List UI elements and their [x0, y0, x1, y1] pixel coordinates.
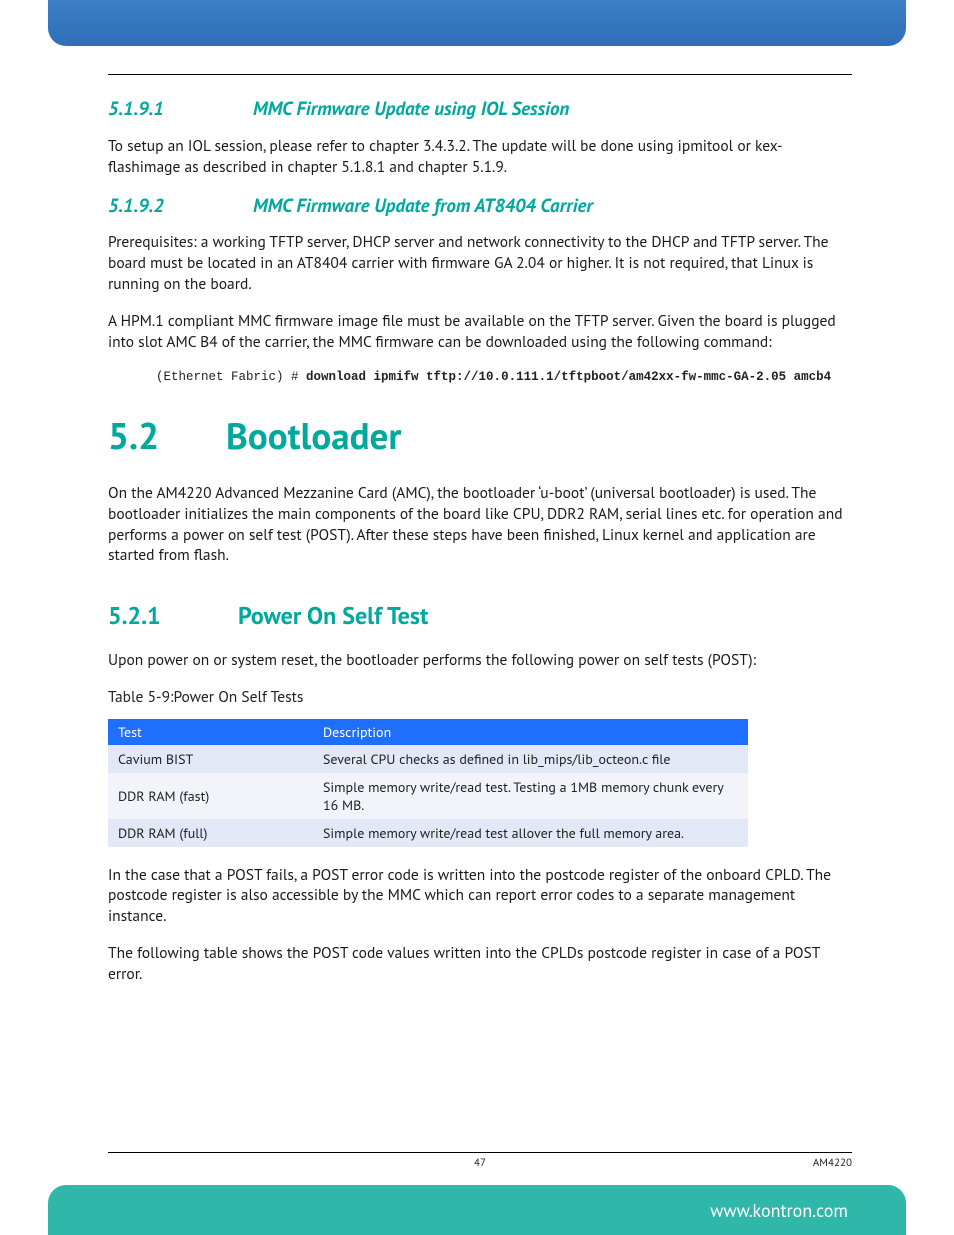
paragraph: To setup an IOL session, please refer to…	[108, 136, 852, 178]
footer-url: www.kontron.com	[710, 1199, 848, 1222]
heading-5-2: 5.2 Bootloader	[108, 414, 852, 458]
paragraph: The following table shows the POST code …	[108, 943, 852, 985]
heading-number: 5.2.1	[108, 600, 238, 631]
cell-test: DDR RAM (full)	[108, 819, 313, 847]
table-header-row: Test Description	[108, 719, 748, 745]
paragraph: Prerequisites: a working TFTP server, DH…	[108, 232, 852, 295]
table-caption: Table 5-9:Power On Self Tests	[108, 687, 852, 707]
post-table: Test Description Cavium BIST Several CPU…	[108, 719, 748, 847]
page-content: 5.1.9.1 MMC Firmware Update using IOL Se…	[108, 74, 852, 1001]
table-row: DDR RAM (full) Simple memory write/read …	[108, 819, 748, 847]
heading-5-1-9-1: 5.1.9.1 MMC Firmware Update using IOL Se…	[108, 97, 852, 122]
paragraph: In the case that a POST fails, a POST er…	[108, 865, 852, 928]
paragraph: Upon power on or system reset, the bootl…	[108, 650, 852, 671]
heading-text: Bootloader	[226, 414, 401, 458]
cell-desc: Simple memory write/read test allover th…	[313, 819, 748, 847]
cell-test: DDR RAM (fast)	[108, 773, 313, 819]
header-bar	[48, 0, 906, 46]
footer-bar: www.kontron.com	[48, 1185, 906, 1235]
heading-text: MMC Firmware Update from AT8404 Carrier	[253, 194, 852, 219]
table-row: Cavium BIST Several CPU checks as define…	[108, 745, 748, 773]
cell-desc: Several CPU checks as defined in lib_mip…	[313, 745, 748, 773]
footer-meta: 47 AM4220	[108, 1152, 852, 1170]
heading-number: 5.2	[108, 414, 226, 458]
code-prompt: (Ethernet Fabric) #	[156, 370, 306, 384]
heading-text: MMC Firmware Update using IOL Session	[253, 97, 852, 122]
heading-number: 5.1.9.2	[108, 194, 253, 219]
heading-5-1-9-2: 5.1.9.2 MMC Firmware Update from AT8404 …	[108, 194, 852, 219]
code-block: (Ethernet Fabric) # download ipmifw tftp…	[156, 369, 852, 387]
paragraph: A HPM.1 compliant MMC firmware image fil…	[108, 311, 852, 353]
table-row: DDR RAM (fast) Simple memory write/read …	[108, 773, 748, 819]
cell-desc: Simple memory write/read test. Testing a…	[313, 773, 748, 819]
model-name: AM4220	[813, 1156, 852, 1170]
top-rule	[108, 74, 852, 75]
code-command: download ipmifw tftp://10.0.111.1/tftpbo…	[306, 370, 831, 384]
heading-5-2-1: 5.2.1 Power On Self Test	[108, 600, 852, 631]
heading-number: 5.1.9.1	[108, 97, 253, 122]
col-test: Test	[108, 719, 313, 745]
cell-test: Cavium BIST	[108, 745, 313, 773]
paragraph: On the AM4220 Advanced Mezzanine Card (A…	[108, 483, 852, 567]
page-number: 47	[474, 1156, 486, 1170]
col-description: Description	[313, 719, 748, 745]
heading-text: Power On Self Test	[238, 600, 428, 631]
footer-rule	[108, 1152, 852, 1153]
